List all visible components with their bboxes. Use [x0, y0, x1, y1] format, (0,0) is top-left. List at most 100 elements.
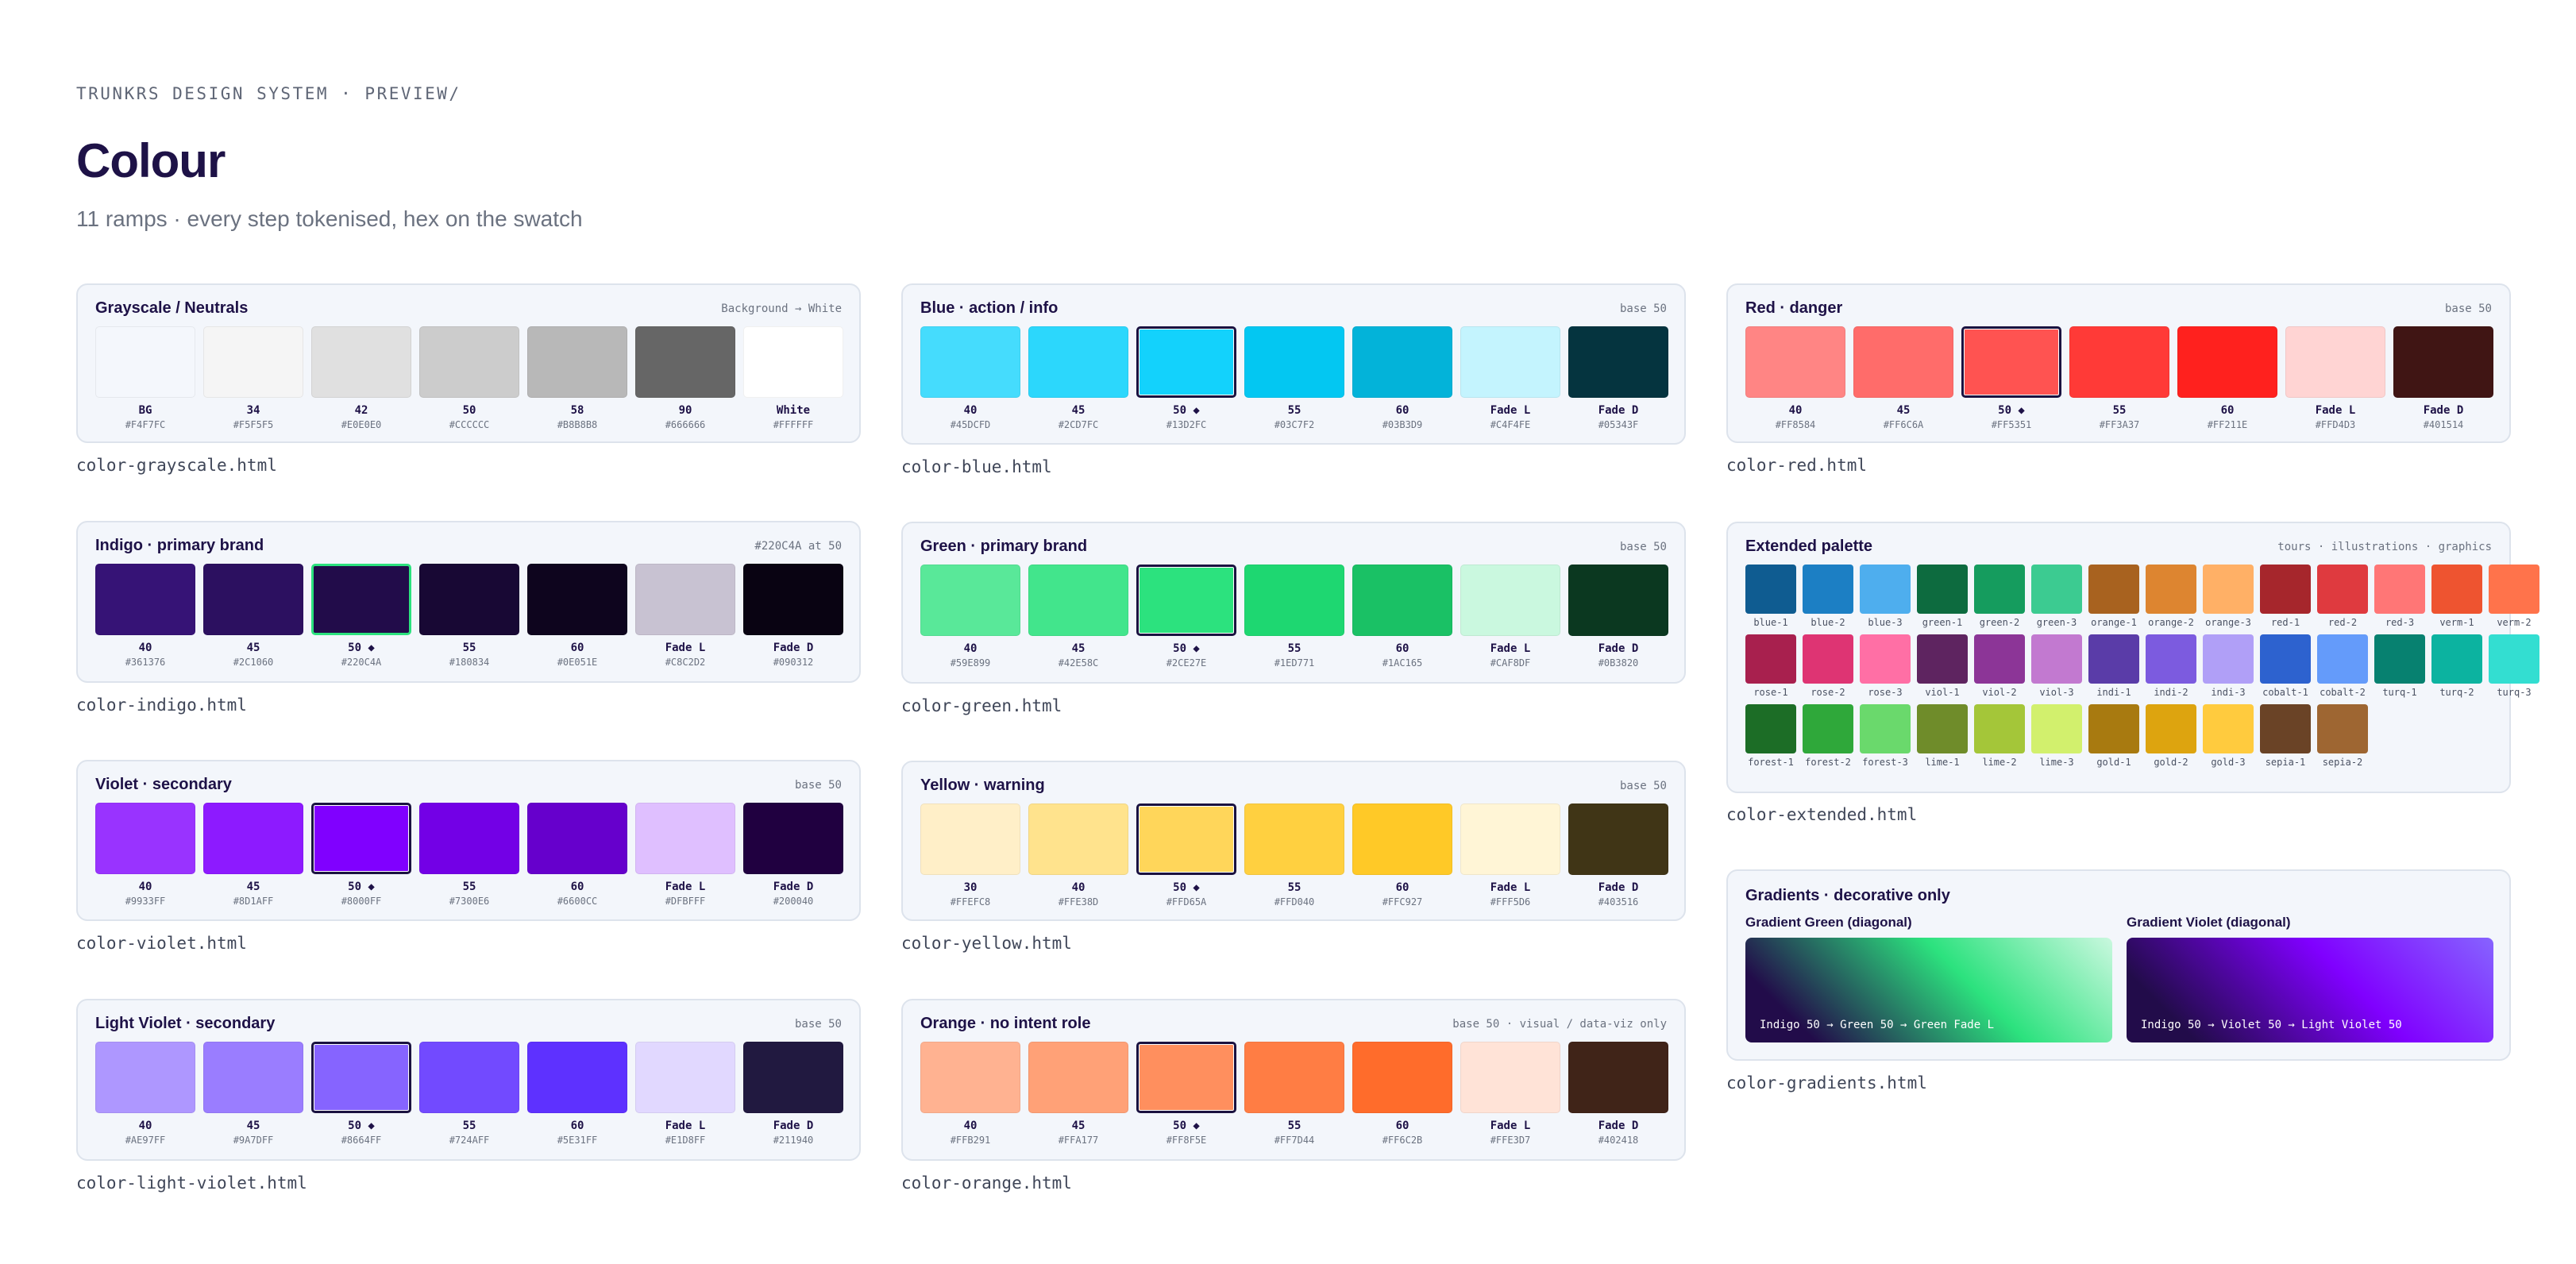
color-swatch[interactable]: [2203, 634, 2254, 684]
color-swatch[interactable]: [527, 803, 627, 874]
color-swatch[interactable]: [1568, 1042, 1668, 1113]
color-swatch[interactable]: [1974, 634, 2025, 684]
color-swatch[interactable]: [1860, 565, 1911, 614]
color-swatch[interactable]: [1568, 326, 1668, 398]
color-swatch[interactable]: [1352, 1042, 1452, 1113]
file-link-yellow[interactable]: color-yellow.html: [901, 934, 1072, 953]
color-swatch[interactable]: [1860, 634, 1911, 684]
color-swatch[interactable]: [1028, 326, 1128, 398]
color-swatch[interactable]: [1028, 1042, 1128, 1113]
color-swatch[interactable]: [527, 564, 627, 635]
color-swatch[interactable]: [635, 803, 735, 874]
color-swatch[interactable]: [2260, 704, 2311, 753]
color-swatch[interactable]: [2088, 565, 2139, 614]
color-swatch[interactable]: [920, 1042, 1020, 1113]
color-swatch[interactable]: [2317, 634, 2368, 684]
color-swatch[interactable]: [2146, 704, 2196, 753]
file-link-violet[interactable]: color-violet.html: [76, 934, 247, 953]
file-link-green[interactable]: color-green.html: [901, 696, 1062, 715]
color-swatch[interactable]: [419, 564, 519, 635]
color-swatch[interactable]: [2031, 704, 2082, 753]
color-swatch[interactable]: [527, 326, 627, 398]
color-swatch[interactable]: [1803, 565, 1853, 614]
color-swatch[interactable]: [1352, 803, 1452, 875]
color-swatch[interactable]: [2285, 326, 2385, 398]
color-swatch[interactable]: [311, 326, 411, 398]
color-swatch[interactable]: [1745, 704, 1796, 753]
color-swatch[interactable]: [1460, 803, 1560, 875]
color-swatch[interactable]: [2088, 634, 2139, 684]
color-swatch[interactable]: [2146, 565, 2196, 614]
color-swatch[interactable]: [419, 326, 519, 398]
color-swatch[interactable]: [1745, 565, 1796, 614]
color-swatch[interactable]: [2203, 704, 2254, 753]
color-swatch[interactable]: [635, 1042, 735, 1113]
file-link-blue[interactable]: color-blue.html: [901, 457, 1052, 476]
color-swatch[interactable]: [920, 326, 1020, 398]
color-swatch[interactable]: [311, 1042, 411, 1113]
color-swatch[interactable]: [203, 326, 303, 398]
color-swatch[interactable]: [743, 326, 843, 398]
color-swatch[interactable]: [2031, 565, 2082, 614]
color-swatch[interactable]: [2489, 634, 2539, 684]
color-swatch[interactable]: [1460, 565, 1560, 636]
color-swatch[interactable]: [1568, 803, 1668, 875]
color-swatch[interactable]: [2031, 634, 2082, 684]
color-swatch[interactable]: [1352, 326, 1452, 398]
color-swatch[interactable]: [2260, 565, 2311, 614]
color-swatch[interactable]: [1961, 326, 2061, 398]
color-swatch[interactable]: [2069, 326, 2169, 398]
color-swatch[interactable]: [743, 564, 843, 635]
color-swatch[interactable]: [1745, 634, 1796, 684]
color-swatch[interactable]: [95, 326, 195, 398]
color-swatch[interactable]: [2431, 565, 2482, 614]
color-swatch[interactable]: [1244, 565, 1344, 636]
color-swatch[interactable]: [1460, 1042, 1560, 1113]
color-swatch[interactable]: [203, 564, 303, 635]
color-swatch[interactable]: [311, 803, 411, 874]
color-swatch[interactable]: [95, 564, 195, 635]
color-swatch[interactable]: [1244, 326, 1344, 398]
color-swatch[interactable]: [2260, 634, 2311, 684]
color-swatch[interactable]: [1136, 326, 1236, 398]
color-swatch[interactable]: [203, 803, 303, 874]
color-swatch[interactable]: [95, 803, 195, 874]
color-swatch[interactable]: [527, 1042, 627, 1113]
color-swatch[interactable]: [2317, 565, 2368, 614]
color-swatch[interactable]: [1917, 704, 1968, 753]
color-swatch[interactable]: [1853, 326, 1953, 398]
color-swatch[interactable]: [1028, 565, 1128, 636]
color-swatch[interactable]: [1568, 565, 1668, 636]
color-swatch[interactable]: [1352, 565, 1452, 636]
color-swatch[interactable]: [1028, 803, 1128, 875]
color-swatch[interactable]: [1917, 565, 1968, 614]
color-swatch[interactable]: [635, 564, 735, 635]
color-swatch[interactable]: [2431, 634, 2482, 684]
color-swatch[interactable]: [2374, 565, 2425, 614]
color-swatch[interactable]: [2177, 326, 2277, 398]
color-swatch[interactable]: [1974, 704, 2025, 753]
color-swatch[interactable]: [1745, 326, 1845, 398]
color-swatch[interactable]: [311, 564, 411, 635]
file-link-grayscale[interactable]: color-grayscale.html: [76, 456, 277, 475]
color-swatch[interactable]: [1974, 565, 2025, 614]
color-swatch[interactable]: [920, 803, 1020, 875]
color-swatch[interactable]: [2489, 565, 2539, 614]
color-swatch[interactable]: [1136, 803, 1236, 875]
file-link-extended[interactable]: color-extended.html: [1726, 805, 1917, 824]
color-swatch[interactable]: [2088, 704, 2139, 753]
color-swatch[interactable]: [1460, 326, 1560, 398]
file-link-gradients[interactable]: color-gradients.html: [1726, 1073, 1927, 1093]
color-swatch[interactable]: [635, 326, 735, 398]
file-link-red[interactable]: color-red.html: [1726, 456, 1867, 475]
color-swatch[interactable]: [1803, 634, 1853, 684]
color-swatch[interactable]: [743, 1042, 843, 1113]
color-swatch[interactable]: [2393, 326, 2493, 398]
color-swatch[interactable]: [2146, 634, 2196, 684]
color-swatch[interactable]: [203, 1042, 303, 1113]
file-link-orange[interactable]: color-orange.html: [901, 1173, 1072, 1193]
color-swatch[interactable]: [743, 803, 843, 874]
color-swatch[interactable]: [2317, 704, 2368, 753]
color-swatch[interactable]: [2203, 565, 2254, 614]
color-swatch[interactable]: [419, 803, 519, 874]
